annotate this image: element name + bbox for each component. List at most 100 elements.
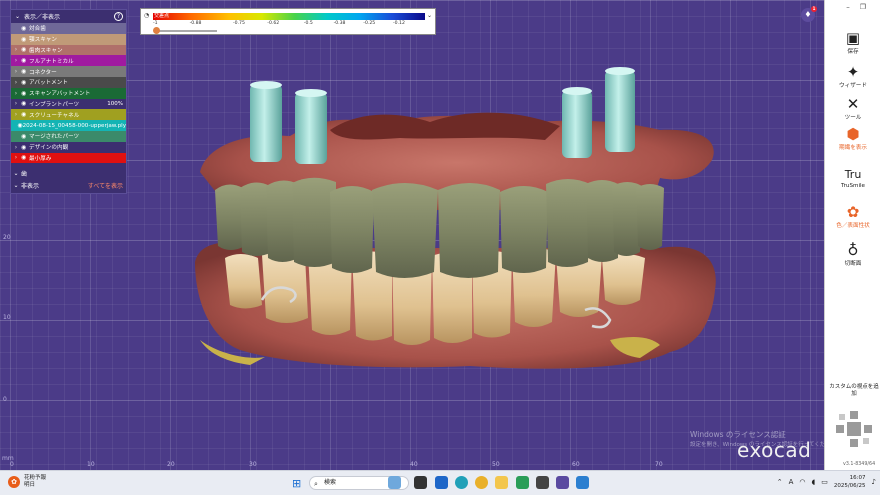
chevron-down-icon[interactable]: ⌄ [427,12,432,19]
layer-row[interactable]: › ◉ インプラントパーツ 100% [11,98,126,110]
chevron-right-icon[interactable]: › [11,46,21,53]
help-icon[interactable]: ? [114,12,123,21]
tooth-cut-icon: ♁ [847,241,859,259]
tool-palette[interactable]: ✿ 色／表面性状 [825,204,880,230]
app-icon-chrome[interactable] [475,476,488,489]
eye-icon[interactable]: ◉ [21,46,29,53]
app-icon-drive[interactable] [516,476,529,489]
tool-teeth-display[interactable]: ⬢ 期繊を表示 [825,126,880,152]
weather-widget[interactable]: ✿ 花粉予報 明日 [8,475,46,489]
add-custom-view-label[interactable]: カスタムの視点を追加 [827,384,880,398]
collapse-icon[interactable]: ⌄ [15,13,20,20]
notification-bell-icon[interactable]: ♪ [872,478,876,486]
eye-icon[interactable]: ◉ [21,90,29,97]
layer-row[interactable]: › ◉ 最小厚み [11,152,126,164]
ruler-tick-label: 10 [87,461,95,468]
chevron-right-icon[interactable]: › [11,57,21,64]
layer-row[interactable]: ◉ 顎スキャン [11,33,126,45]
eye-icon[interactable]: ◉ [21,36,29,43]
weather-subtitle: 明日 [24,482,36,488]
show-all-button[interactable]: すべてを表示 [88,181,123,190]
ruler-tick-label: 60 [572,461,580,468]
ruler-tick-label: 40 [410,461,418,468]
tool-wand[interactable]: ✦ ウィザード [825,64,880,90]
app-icon-app2[interactable] [576,476,589,489]
layer-row[interactable]: › ◉ フルアナトミカル [11,55,126,67]
colorbar-tick: -1 [153,21,158,26]
tool-label: 切断面 [844,261,862,267]
clock-date: 2025/06/25 [833,483,866,489]
layer-row[interactable]: ◉ 対合歯 [11,23,126,34]
layer-row[interactable]: ◉ マージされたパーツ [11,130,126,142]
layer-label: インプラントパーツ [29,101,80,108]
colorbar-tick: -0.75 [233,21,245,26]
ime-indicator[interactable]: A [789,478,794,486]
chevron-up-icon[interactable]: ⌃ [777,478,783,486]
tool-tools[interactable]: ✕ ツール [825,96,880,122]
version-label: v3.1-8349/64 [843,462,876,467]
trusmile-icon: Tru [844,168,862,181]
layer-label: 最小厚み [29,155,52,162]
windows-start-icon[interactable]: ⊞ [292,477,301,490]
eye-icon[interactable]: ◉ [21,133,29,140]
chevron-right-icon[interactable]: › [11,144,21,151]
layer-row[interactable]: › ◉ デザインの内観 [11,141,126,153]
chevron-down-icon[interactable]: ⌄ [11,182,21,189]
eye-icon[interactable]: ◉ [21,79,29,86]
colorbar-tick: -0.25 [363,21,376,26]
layer-label: 2024-08-15_00458-000-upperjaw.ply [22,122,126,129]
eye-icon[interactable]: ◉ [21,154,29,161]
clock[interactable]: 16:07 2025/06/25 [834,474,866,490]
gauge-icon[interactable]: ◔ [144,12,149,19]
app-icon-taskview[interactable] [414,476,427,489]
layer-row[interactable]: › ◉ アバットメント [11,76,126,88]
notification-button[interactable]: ♦ 1 [801,6,817,22]
ruler-unit: mm [2,455,14,462]
chevron-right-icon[interactable]: › [11,68,21,75]
colorbar-tick: -0.12 [393,21,405,26]
layer-row[interactable]: › ◉ スクリューチャネル [11,109,126,121]
chevron-right-icon[interactable]: › [11,90,21,97]
app-icon-app1[interactable] [536,476,549,489]
chevron-down-icon[interactable]: ⌄ [11,170,21,177]
system-tray[interactable]: ⌃ A ◠ ◖ ▭ 16:07 2025/06/25 ♪ [777,474,876,490]
chevron-right-icon[interactable]: › [11,79,21,86]
layer-row[interactable]: › ◉ コネクター [11,66,126,77]
view-navigation-pad-icon[interactable] [835,410,873,448]
chevron-right-icon[interactable]: › [11,100,21,107]
eye-icon[interactable]: ◉ [21,144,29,151]
eye-icon[interactable]: ◉ [21,111,29,118]
tool-tooth-cut[interactable]: ♁ 切断面 [825,241,880,268]
app-icon-exocad[interactable] [556,476,569,489]
colorbar-slider-track[interactable] [155,30,217,32]
app-icon-widgets[interactable] [388,476,401,489]
layer-row[interactable]: ◉ 2024-08-15_00458-000-upperjaw.ply [11,120,126,131]
hidden-section[interactable]: ⌄ 非表示 すべてを表示 [11,179,126,191]
window-controls[interactable]: –❐ [846,3,876,11]
tool-label: 色／表面性状 [836,223,870,229]
wifi-icon[interactable]: ◠ [799,478,805,486]
eye-icon[interactable]: ◉ [21,57,29,64]
tooth-section[interactable]: ⌄ 歯 [11,167,126,179]
app-icon-browser[interactable] [435,476,448,489]
colorbar-slider-knob[interactable] [153,27,160,34]
eye-icon[interactable]: ◉ [21,68,29,75]
tool-save[interactable]: ▣ 保存 [825,30,880,56]
eye-icon[interactable]: ◉ [21,25,29,32]
layer-label: アバットメント [29,80,68,87]
battery-icon[interactable]: ▭ [821,478,828,486]
panel-header[interactable]: ⌄ 表示／非表示 [11,10,126,23]
eye-icon[interactable]: ◉ [21,100,29,107]
opacity-percent[interactable]: 100% [107,101,123,107]
colorbar-tick: -0.88 [189,21,202,26]
tool-label: 期繊を表示 [839,145,867,151]
tool-trusmile[interactable]: Tru TruSmile [825,166,880,189]
search-icon: ⌕ [314,480,318,488]
app-icon-edge[interactable] [455,476,468,489]
chevron-right-icon[interactable]: › [11,111,21,118]
layer-row[interactable]: › ◉ 歯肉スキャン [11,44,126,56]
app-icon-folder[interactable] [495,476,508,489]
chevron-right-icon[interactable]: › [11,154,21,161]
volume-icon[interactable]: ◖ [812,478,816,486]
layer-row[interactable]: › ◉ スキャンアバットメント [11,87,126,99]
